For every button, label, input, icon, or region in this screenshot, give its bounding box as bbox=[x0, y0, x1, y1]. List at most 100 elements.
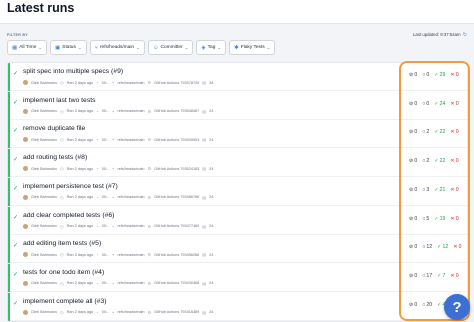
tag-icon: ◈ bbox=[201, 44, 206, 51]
skipped-icon: ⊘ bbox=[409, 272, 414, 279]
run-author: Gleb Bahmutov bbox=[31, 252, 58, 257]
x-icon: ✕ bbox=[450, 100, 455, 107]
run-row[interactable]: ✓ implement persistence test (#7) Gleb Bah… bbox=[8, 177, 467, 206]
run-author: Gleb Bahmutov bbox=[31, 109, 58, 114]
status-bar bbox=[8, 292, 10, 321]
failed-count: ✕0 bbox=[453, 244, 461, 250]
run-meta: Gleb Bahmutov ◷ Ran 2 days ago ◔ 00:.. ⑂ refs/… bbox=[23, 108, 213, 114]
failed-value: 0 bbox=[455, 272, 459, 279]
skipped-icon: ⊘ bbox=[409, 301, 414, 308]
spec-icon: ▤ bbox=[202, 280, 207, 286]
passed-check-icon: ✓ bbox=[13, 99, 19, 106]
run-branch: refs/heads/main bbox=[117, 80, 145, 85]
run-ci: GitHub Actions 793430468 bbox=[154, 281, 200, 286]
avatar bbox=[23, 166, 28, 172]
spec-icon: ▤ bbox=[202, 108, 207, 114]
pending-value: 0 bbox=[426, 100, 430, 107]
skipped-value: 0 bbox=[414, 244, 418, 251]
run-title[interactable]: tests for one todo item (#4) bbox=[23, 269, 104, 276]
refresh-icon[interactable]: ↻ bbox=[463, 32, 467, 38]
passed-check-icon: ✓ bbox=[13, 71, 19, 77]
run-duration: 00:.. bbox=[101, 137, 110, 142]
ci-icon: ⚙ bbox=[147, 137, 152, 143]
failed-value: 0 bbox=[455, 186, 459, 193]
run-branch: refs/heads/main bbox=[117, 310, 145, 315]
run-ci: GitHub Actions 793456286 bbox=[154, 252, 200, 257]
run-row[interactable]: ✓ split spec into multiple specs (#9) Gleb… bbox=[8, 63, 467, 91]
chevron-down-icon: ⌄ bbox=[184, 44, 189, 50]
ci-icon: ⚙ bbox=[147, 108, 152, 114]
run-row[interactable]: ✓ add clear completed tests (#6) Gleb Bahm… bbox=[8, 206, 467, 235]
runs-list: ✓ split spec into multiple specs (#9) Gleb… bbox=[7, 62, 468, 322]
run-ci: GitHub Actions 793548487 bbox=[154, 109, 200, 114]
run-spec-count: 24 bbox=[209, 310, 214, 315]
passed-count: ✓ 7 bbox=[437, 273, 445, 279]
run-ci: GitHub Actions 793539553 bbox=[154, 137, 200, 142]
run-row[interactable]: ✓ implement last two tests Gleb Bahmutov ◷ R… bbox=[8, 91, 467, 120]
filter-flaky[interactable]: ✱ Flaky Tests ⌄ bbox=[229, 40, 276, 55]
passed-check-icon: ✓ bbox=[13, 128, 19, 135]
avatar bbox=[23, 137, 28, 143]
run-title[interactable]: add clear completed tests (#6) bbox=[23, 212, 114, 219]
pending-count: ○ 0 bbox=[422, 72, 429, 78]
spec-icon: ▤ bbox=[202, 309, 207, 315]
branch-icon: ⑂ bbox=[112, 252, 115, 258]
failed-value: 0 bbox=[458, 244, 462, 251]
run-title[interactable]: remove duplicate file bbox=[23, 125, 85, 132]
run-title[interactable]: add editing item tests (#5) bbox=[23, 240, 101, 247]
run-title[interactable]: add routing tests (#8) bbox=[23, 154, 87, 161]
run-branch: refs/heads/main bbox=[117, 281, 145, 286]
run-time: Ran 2 days ago bbox=[66, 281, 94, 286]
skipped-count: ⊘ 0 bbox=[409, 158, 417, 164]
timer-icon: ◔ bbox=[96, 280, 99, 286]
check-icon: ✓ bbox=[437, 272, 442, 279]
skipped-value: 0 bbox=[414, 72, 418, 78]
run-ci: GitHub Actions 793486766 bbox=[154, 195, 200, 200]
avatar bbox=[23, 194, 28, 200]
filter-status[interactable]: ▣ Status ⌄ bbox=[50, 40, 87, 55]
pending-value: 20 bbox=[426, 301, 433, 308]
skipped-icon: ⊘ bbox=[409, 72, 414, 78]
filter-branch[interactable]: ⑂ refs/heads/main ⌄ bbox=[89, 40, 145, 55]
skipped-count: ⊘ 0 bbox=[409, 187, 417, 193]
run-time: Ran 2 days ago bbox=[66, 166, 94, 171]
run-row[interactable]: ✓ add editing item tests (#5) Gleb Bahmuto… bbox=[8, 235, 467, 264]
skipped-icon: ⊘ bbox=[409, 215, 414, 222]
help-button[interactable]: ? bbox=[444, 294, 470, 320]
run-author: Gleb Bahmutov bbox=[31, 166, 58, 171]
timer-icon: ◔ bbox=[96, 252, 99, 258]
run-spec-count: 24 bbox=[209, 166, 214, 171]
avatar bbox=[23, 223, 28, 229]
run-title[interactable]: split spec into multiple specs (#9) bbox=[23, 68, 123, 75]
passed-count: ✓ 19 bbox=[434, 216, 445, 222]
run-title[interactable]: implement complete all (#3) bbox=[23, 298, 106, 305]
avatar bbox=[23, 309, 28, 315]
run-row[interactable]: ✓ implement complete all (#3) Gleb Bahmuto… bbox=[8, 292, 467, 321]
run-meta: Gleb Bahmutov ◷ Ran 2 days ago ◔ 00:.. ⑂ refs/… bbox=[23, 280, 213, 286]
clock-icon: ◷ bbox=[60, 80, 64, 85]
status-bar bbox=[8, 177, 10, 206]
timer-icon: ◔ bbox=[96, 309, 99, 315]
filter-committer[interactable]: ☺ Committer ⌄ bbox=[147, 40, 194, 55]
failed-value: 0 bbox=[455, 158, 459, 165]
run-title[interactable]: implement persistence test (#7) bbox=[23, 183, 118, 190]
run-time: Ran 2 days ago bbox=[66, 224, 94, 228]
run-meta: Gleb Bahmutov ◷ Ran 2 days ago ◔ 00:.. ⑂ refs/… bbox=[23, 194, 213, 200]
run-row[interactable]: ✓ tests for one todo item (#4) Gleb Bahmut… bbox=[8, 263, 467, 292]
filter-branch-label: refs/heads/main bbox=[99, 45, 135, 50]
failed-value: 0 bbox=[455, 100, 459, 107]
run-row[interactable]: ✓ add routing tests (#8) Gleb Bahmutov ◷ Ran… bbox=[8, 149, 467, 178]
pending-icon: ○ bbox=[422, 301, 426, 308]
run-ci: GitHub Actions 793524183 bbox=[154, 166, 200, 171]
run-branch: refs/heads/main bbox=[117, 252, 145, 257]
run-row[interactable]: ✓ remove duplicate file Gleb Bahmutov ◷ Ran … bbox=[8, 120, 467, 149]
ci-icon: ⚙ bbox=[147, 280, 152, 286]
filter-time[interactable]: ▦ All Time ⌄ bbox=[7, 40, 48, 55]
page-title: Latest runs bbox=[7, 1, 75, 15]
run-time: Ran 2 days ago bbox=[66, 80, 94, 85]
check-icon: ✓ bbox=[434, 129, 439, 136]
passed-check-icon: ✓ bbox=[13, 271, 19, 278]
filter-tag[interactable]: ◈ Tag ⌄ bbox=[196, 40, 227, 55]
run-title[interactable]: implement last two tests bbox=[23, 97, 96, 104]
last-updated-text: Last updated: 9:37:54am bbox=[413, 32, 461, 37]
